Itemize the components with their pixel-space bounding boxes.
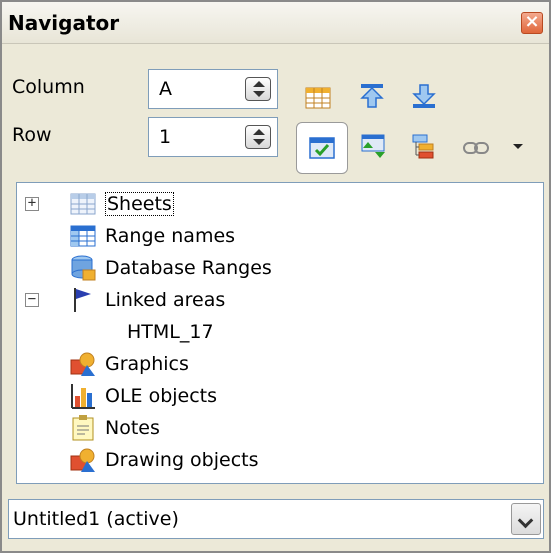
chevron-down-icon[interactable] <box>511 503 541 535</box>
navigator-window: Navigator × Column A Row 1 + Sheets Rang… <box>0 0 551 553</box>
ole-icon <box>71 384 95 409</box>
close-icon[interactable]: × <box>521 12 543 34</box>
sheets-icon <box>70 193 96 215</box>
tree-label: Linked areas <box>105 289 226 311</box>
scenarios-icon[interactable] <box>410 132 438 160</box>
linked-areas-expander-icon[interactable]: − <box>25 292 39 307</box>
contents-toggle-icon[interactable] <box>308 134 336 162</box>
drag-mode-icon[interactable] <box>360 132 388 160</box>
dropdown-arrow-icon[interactable] <box>508 136 528 156</box>
tree-label: Database Ranges <box>105 257 272 279</box>
tree-item-range-names[interactable]: Range names <box>69 220 235 252</box>
column-spin-arrows-icon[interactable] <box>245 77 271 101</box>
graphics-icon <box>70 352 95 376</box>
tree-item-drawing-objects[interactable]: Drawing objects <box>69 444 259 476</box>
document-select[interactable]: Untitled1 (active) <box>8 499 544 539</box>
tree-item-database-ranges[interactable]: Database Ranges <box>69 252 272 284</box>
row-label: Row <box>12 124 52 146</box>
tree-item-notes[interactable]: Notes <box>69 412 160 444</box>
tree-item-linked-areas[interactable]: Linked areas <box>69 284 225 316</box>
end-icon[interactable] <box>410 82 438 110</box>
flag-icon <box>74 288 91 312</box>
row-spin-field[interactable]: 1 <box>148 117 278 157</box>
title-bar[interactable]: Navigator × <box>2 2 549 44</box>
tree-item-html-17[interactable]: HTML_17 <box>127 316 214 348</box>
document-select-value: Untitled1 (active) <box>13 508 179 530</box>
database-icon <box>71 255 96 281</box>
column-value: A <box>159 78 172 100</box>
sheets-expander-icon[interactable]: + <box>25 196 39 211</box>
range-names-icon <box>70 225 96 247</box>
notes-icon <box>72 415 94 441</box>
tree-label: Notes <box>105 417 160 439</box>
tree-label: HTML_17 <box>127 321 214 343</box>
tree-label: Range names <box>105 225 236 247</box>
column-label: Column <box>12 76 85 98</box>
tree-item-graphics[interactable]: Graphics <box>69 348 189 380</box>
drawing-icon <box>70 448 95 472</box>
tree-label: Drawing objects <box>105 449 259 471</box>
window-title: Navigator <box>8 11 120 35</box>
start-icon[interactable] <box>358 82 386 110</box>
content-tree[interactable]: + Sheets Range names Database Ranges − L… <box>16 182 544 484</box>
tree-label: Graphics <box>105 353 189 375</box>
tree-item-ole-objects[interactable]: OLE objects <box>69 380 217 412</box>
link-icon[interactable] <box>462 134 490 162</box>
column-spin-field[interactable]: A <box>148 69 278 109</box>
tree-label: Sheets <box>105 192 174 216</box>
tree-label: OLE objects <box>105 385 218 407</box>
row-spin-arrows-icon[interactable] <box>245 125 271 149</box>
data-range-icon[interactable] <box>304 84 332 112</box>
tree-item-sheets[interactable]: Sheets <box>69 188 174 220</box>
row-value: 1 <box>159 126 172 148</box>
